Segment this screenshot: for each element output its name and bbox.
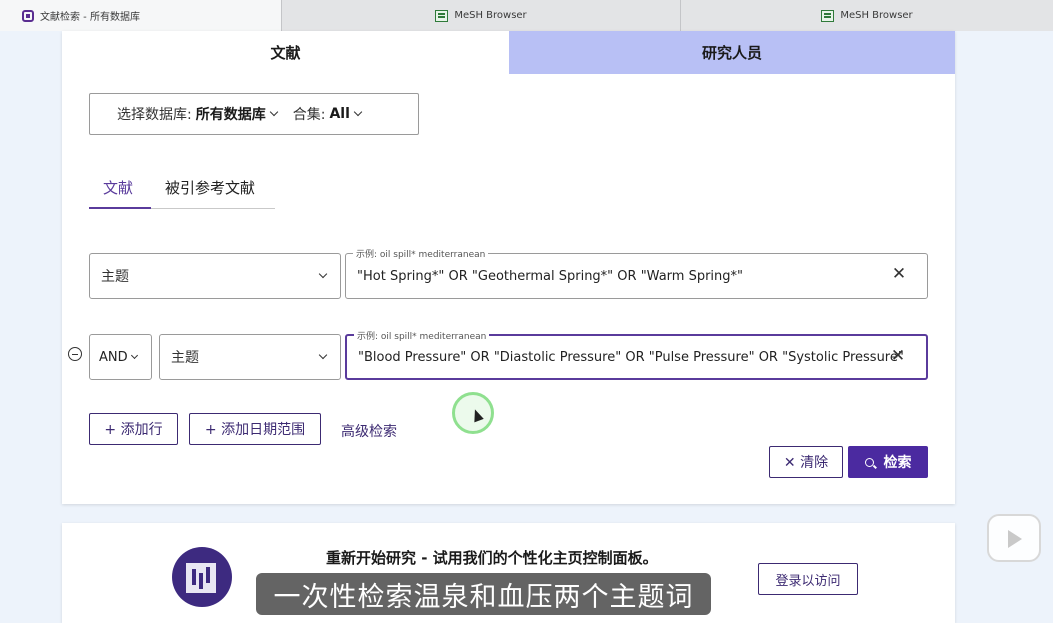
add-row-button[interactable]: + 添加行	[89, 413, 178, 445]
field-select-row-2[interactable]: 主题	[159, 334, 341, 380]
mesh-favicon-icon	[435, 9, 449, 22]
video-subtitle: 一次性检索温泉和血压两个主题词	[256, 573, 711, 615]
browser-tab-label: 文献检索 - 所有数据库	[40, 12, 140, 23]
query-input-row-1[interactable]: 示例: oil spill* mediterranean "Hot Spring…	[345, 247, 928, 299]
browser-tab-label: MeSH Browser	[454, 10, 527, 21]
remove-row-icon[interactable]	[68, 347, 82, 361]
play-icon[interactable]	[987, 514, 1041, 562]
login-button[interactable]: 登录以访问	[758, 563, 858, 595]
query-text: "Blood Pressure" OR "Diastolic Pressure"…	[358, 349, 904, 365]
chevron-down-icon	[130, 351, 138, 359]
subtab-documents[interactable]: 文献	[89, 171, 151, 209]
promo-title: 重新开始研究 - 试用我们的个性化主页控制面板。	[326, 549, 658, 567]
search-icon	[864, 457, 874, 467]
dashboard-illustration-icon	[172, 547, 232, 607]
browser-tab-wos[interactable]: 文献检索 - 所有数据库	[0, 0, 282, 31]
field-select-value: 主题	[171, 350, 199, 366]
clarivate-logo-icon	[22, 9, 34, 22]
operator-value: AND	[99, 349, 128, 365]
database-selector[interactable]: 选择数据库: 所有数据库 合集: All	[89, 93, 419, 135]
chevron-down-icon	[318, 350, 328, 360]
browser-tab-mesh-2[interactable]: MeSH Browser	[681, 0, 1053, 31]
tab-documents[interactable]: 文献	[62, 31, 509, 74]
field-select-row-1[interactable]: 主题	[89, 253, 341, 299]
chevron-down-icon	[269, 107, 278, 117]
boolean-operator-select[interactable]: AND	[89, 334, 152, 380]
chevron-down-icon	[353, 107, 363, 117]
search-sub-tabs: 文献 被引参考文献	[89, 171, 275, 209]
close-icon[interactable]: ✕	[890, 348, 906, 365]
browser-tab-strip: 文献检索 - 所有数据库 MeSH Browser MeSH Browser	[0, 0, 1053, 31]
browser-tab-mesh-1[interactable]: MeSH Browser	[282, 0, 681, 31]
database-label: 选择数据库:	[117, 107, 192, 123]
query-input-row-2[interactable]: 示例: oil spill* mediterranean "Blood Pres…	[345, 329, 928, 380]
mesh-favicon-icon	[821, 9, 835, 22]
add-date-range-button[interactable]: + 添加日期范围	[189, 413, 321, 445]
clear-button[interactable]: ✕ 清除	[769, 446, 843, 478]
search-card: 文献 研究人员 选择数据库: 所有数据库 合集: All 文献 被引参考文献 主…	[62, 31, 955, 504]
collection-value[interactable]: All	[329, 106, 349, 122]
subtab-cited-references[interactable]: 被引参考文献	[151, 171, 269, 209]
search-button[interactable]: 检索	[848, 446, 928, 478]
query-hint: 示例: oil spill* mediterranean	[353, 247, 489, 260]
collection-label: 合集:	[292, 107, 326, 123]
advanced-search-link[interactable]: 高级检索	[341, 421, 397, 441]
chevron-down-icon	[318, 269, 328, 279]
query-hint: 示例: oil spill* mediterranean	[354, 329, 490, 342]
browser-tab-label: MeSH Browser	[840, 10, 913, 21]
query-text: "Hot Spring*" OR "Geothermal Spring*" OR…	[357, 268, 744, 284]
search-button-label: 检索	[883, 455, 912, 471]
close-icon[interactable]: ✕	[891, 266, 907, 283]
database-value[interactable]: 所有数据库	[196, 104, 266, 124]
field-select-value: 主题	[101, 269, 129, 285]
tab-researchers[interactable]: 研究人员	[509, 31, 955, 74]
